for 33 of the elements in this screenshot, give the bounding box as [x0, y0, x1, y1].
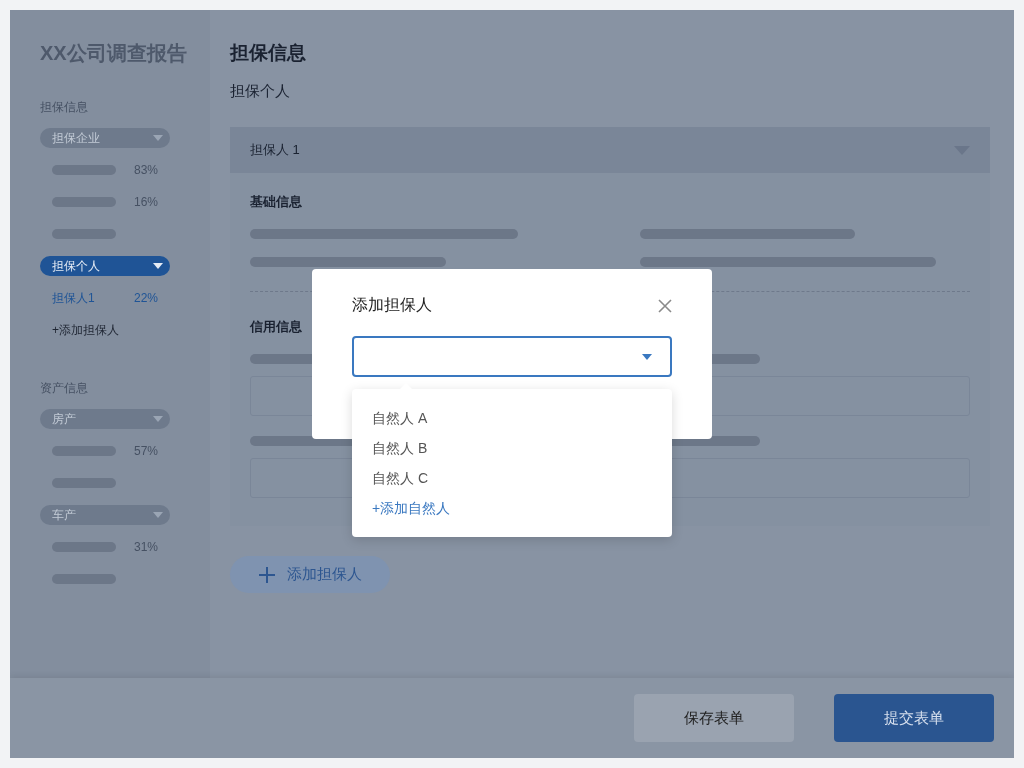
menu-option[interactable]: 自然人 A: [352, 403, 672, 433]
caret-icon: [153, 135, 163, 141]
caret-icon: [153, 416, 163, 422]
progress-percent: 31%: [134, 540, 159, 554]
group-dropdown[interactable]: 担保企业: [40, 128, 170, 148]
close-icon[interactable]: [658, 298, 672, 313]
progress-percent: 22%: [134, 291, 159, 305]
page-title: 担保信息: [230, 41, 307, 65]
progress-percent: 57%: [134, 444, 159, 458]
section-heading: 资产信息: [40, 380, 89, 397]
group-dropdown[interactable]: 房产: [40, 409, 170, 429]
select-field[interactable]: [352, 336, 672, 377]
form-button[interactable]: 提交表单: [834, 694, 994, 742]
add-guarantor-link[interactable]: +添加担保人: [52, 321, 119, 339]
caret-icon: [642, 353, 652, 360]
dialog-title: 添加担保人: [352, 295, 432, 315]
menu-option[interactable]: 自然人 C: [352, 463, 672, 493]
page-subtitle: 担保个人: [230, 82, 291, 101]
section-heading: 担保信息: [40, 99, 89, 116]
group-dropdown[interactable]: 担保个人: [40, 256, 170, 276]
add-person-option[interactable]: +添加自然人: [352, 493, 672, 523]
menu-option[interactable]: 自然人 B: [352, 433, 672, 463]
form-button[interactable]: 保存表单: [634, 694, 794, 742]
progress-percent: 83%: [134, 163, 159, 177]
section-heading: 信用信息: [250, 318, 303, 336]
panel-header[interactable]: 担保人 1: [230, 127, 990, 173]
section-heading: 基础信息: [250, 193, 303, 211]
plus-icon: [259, 566, 275, 583]
group-dropdown[interactable]: 车产: [40, 505, 170, 525]
caret-icon: [153, 263, 163, 269]
caret-icon: [153, 512, 163, 518]
add-guarantor-button[interactable]: 添加担保人: [230, 556, 390, 593]
progress-percent: 16%: [134, 195, 159, 209]
